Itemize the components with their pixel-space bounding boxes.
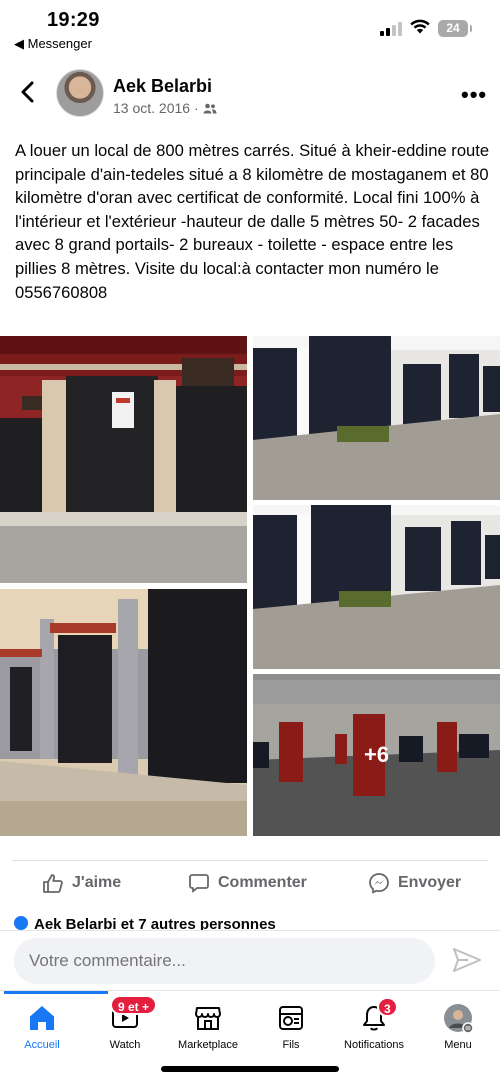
home-icon bbox=[30, 1006, 54, 1030]
watch-badge: 9 et + bbox=[110, 995, 158, 1015]
comment-bar bbox=[0, 930, 500, 988]
nav-item-watch[interactable]: 9 et + Watch bbox=[83, 991, 167, 1055]
battery-indicator: 24 bbox=[438, 20, 472, 37]
nav-label-home: Accueil bbox=[24, 1039, 60, 1051]
author-name[interactable]: Aek Belarbi bbox=[113, 76, 212, 97]
more-photos-overlay[interactable]: +6 bbox=[253, 674, 500, 836]
nav-label-watch: Watch bbox=[109, 1039, 141, 1051]
back-arrow-icon[interactable] bbox=[16, 78, 40, 106]
home-indicator bbox=[161, 1066, 339, 1072]
menu-avatar-icon bbox=[444, 1004, 473, 1033]
photo-interior-doors-2[interactable] bbox=[253, 505, 500, 669]
like-reaction-icon bbox=[14, 916, 28, 930]
nav-label-marketplace: Marketplace bbox=[178, 1039, 238, 1051]
nav-item-notifications[interactable]: 3 Notifications bbox=[332, 991, 416, 1055]
comment-icon bbox=[189, 874, 209, 893]
reactions-text: Aek Belarbi et 7 autres personnes bbox=[34, 916, 276, 930]
nav-label-menu: Menu bbox=[444, 1039, 472, 1051]
like-button[interactable]: J'aime bbox=[42, 872, 121, 894]
marketplace-icon bbox=[195, 1007, 221, 1030]
messenger-icon bbox=[369, 873, 389, 894]
comment-button[interactable]: Commenter bbox=[188, 872, 307, 894]
post-date: 13 oct. 2016 · bbox=[113, 100, 199, 116]
post-header: Aek Belarbi 13 oct. 2016 · ••• bbox=[0, 64, 500, 124]
more-options-icon[interactable]: ••• bbox=[461, 82, 487, 108]
photo-interior-doors[interactable] bbox=[253, 336, 500, 500]
thumbs-up-icon bbox=[43, 874, 63, 893]
comment-input[interactable] bbox=[14, 938, 435, 984]
photo-grid: +6 bbox=[0, 336, 500, 836]
nav-item-marketplace[interactable]: Marketplace bbox=[166, 991, 250, 1055]
send-label: Envoyer bbox=[398, 874, 462, 891]
back-to-messenger-link[interactable]: ◀ Messenger bbox=[14, 36, 92, 52]
nav-label-notifications: Notifications bbox=[344, 1039, 404, 1051]
nav-item-home[interactable]: Accueil bbox=[0, 991, 84, 1055]
feeds-icon bbox=[279, 1006, 303, 1030]
post-meta: 13 oct. 2016 · bbox=[113, 100, 217, 116]
post-text: A louer un local de 800 mètres carrés. S… bbox=[15, 141, 490, 302]
like-label: J'aime bbox=[72, 874, 122, 891]
reactions-summary[interactable]: Aek Belarbi et 7 autres personnes bbox=[14, 916, 314, 930]
comment-label: Commenter bbox=[218, 874, 307, 891]
divider bbox=[12, 860, 488, 861]
status-bar: 19:29 ◀ Messenger 24 bbox=[0, 0, 500, 56]
photo-interior-pillars[interactable]: +6 bbox=[253, 674, 500, 836]
status-time: 19:29 bbox=[47, 9, 100, 31]
photo-exterior-gray[interactable] bbox=[0, 589, 247, 836]
nav-item-feeds[interactable]: Fils bbox=[249, 991, 333, 1055]
photo-exterior-facade[interactable] bbox=[0, 336, 247, 583]
signal-icon bbox=[380, 22, 402, 36]
author-avatar[interactable] bbox=[56, 69, 104, 117]
nav-item-menu[interactable]: Menu bbox=[416, 991, 500, 1055]
friends-icon bbox=[203, 103, 217, 114]
send-comment-icon[interactable] bbox=[452, 947, 482, 973]
notifications-badge: 3 bbox=[377, 997, 398, 1017]
post-actions: J'aime Commenter Envoyer bbox=[0, 866, 500, 904]
send-button[interactable]: Envoyer bbox=[368, 872, 461, 894]
nav-label-feeds: Fils bbox=[282, 1039, 300, 1051]
wifi-icon bbox=[410, 19, 430, 34]
